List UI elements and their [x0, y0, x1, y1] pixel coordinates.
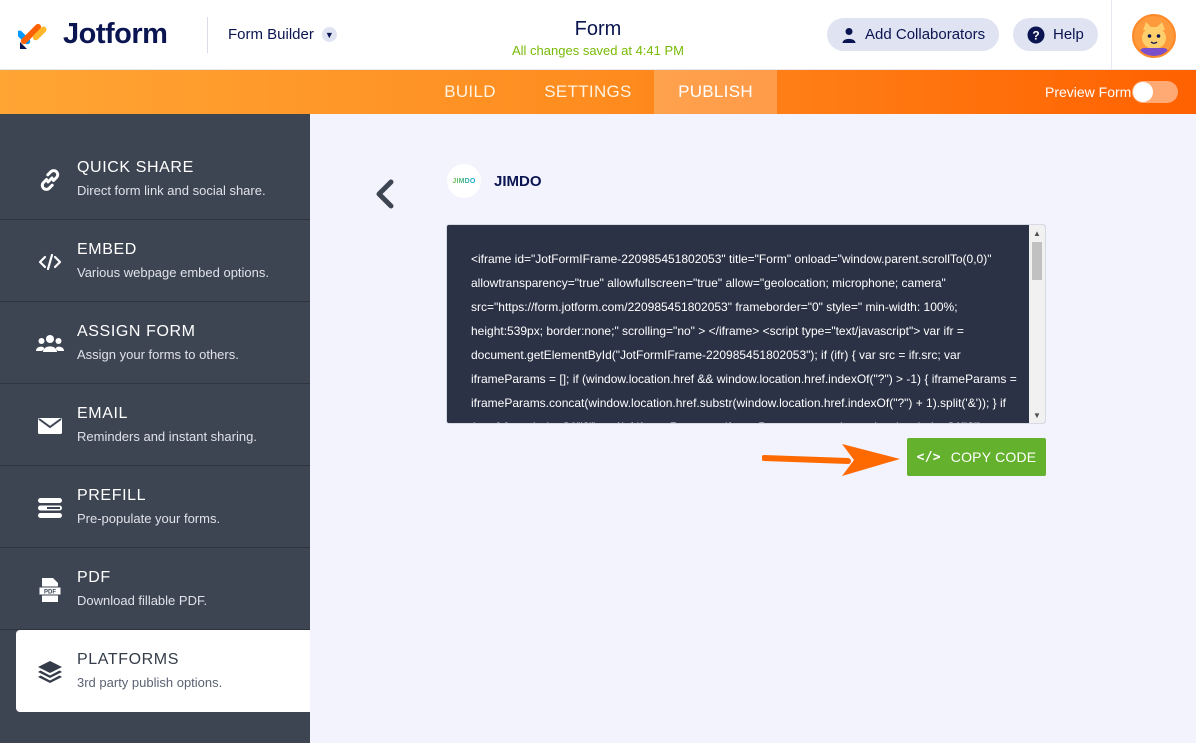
sidebar-item-title: QUICK SHARE	[77, 159, 194, 176]
embed-code-text[interactable]: <iframe id="JotFormIFrame-22098545180205…	[467, 247, 1027, 423]
sidebar-item-subtitle: Pre-populate your forms.	[77, 511, 221, 526]
sidebar-item-subtitle: Direct form link and social share.	[77, 183, 266, 198]
question-icon: ?	[1027, 26, 1045, 44]
sidebar-item-subtitle: 3rd party publish options.	[77, 675, 223, 690]
add-collaborators-button[interactable]: Add Collaborators	[827, 18, 1000, 51]
back-button[interactable]	[372, 178, 398, 210]
jotform-logo-icon	[16, 19, 50, 51]
sidebar-item-title: EMAIL	[77, 405, 129, 422]
publish-navbar: BUILD SETTINGS PUBLISH Preview Form	[0, 70, 1196, 114]
layers-icon	[36, 658, 64, 686]
save-status: All changes saved at 4:41 PM	[512, 43, 684, 58]
sidebar-item-subtitle: Download fillable PDF.	[77, 593, 208, 608]
form-title[interactable]: Form	[498, 18, 698, 41]
link-icon	[36, 166, 64, 194]
sidebar-item-platforms[interactable]: PLATFORMS 3rd party publish options.	[16, 630, 310, 712]
chevron-left-icon	[376, 179, 394, 209]
toggle-knob	[1133, 82, 1153, 102]
sidebar-item-assign-form[interactable]: ASSIGN FORM Assign your forms to others.	[0, 302, 310, 384]
tab-publish[interactable]: PUBLISH	[654, 70, 777, 114]
code-scrollbar[interactable]: ▲ ▼	[1029, 225, 1045, 423]
copy-code-label: COPY CODE	[950, 449, 1037, 465]
preview-form-toggle[interactable]	[1132, 81, 1178, 103]
header-right-divider	[1111, 0, 1112, 70]
logo-text: Jotform	[63, 18, 168, 50]
svg-text:?: ?	[1032, 28, 1039, 42]
add-collaborators-label: Add Collaborators	[865, 26, 986, 43]
help-button[interactable]: ? Help	[1013, 18, 1098, 51]
sidebar-item-quick-share[interactable]: QUICK SHARE Direct form link and social …	[0, 138, 310, 220]
sidebar-item-prefill[interactable]: PREFILL Pre-populate your forms.	[0, 466, 310, 548]
help-label: Help	[1053, 26, 1084, 43]
form-builder-label: Form Builder	[228, 26, 314, 43]
pdf-icon: PDF	[36, 576, 64, 604]
user-icon	[841, 27, 857, 43]
svg-text:PDF: PDF	[44, 590, 56, 596]
sidebar-item-title: EMBED	[77, 241, 137, 258]
sidebar-item-embed[interactable]: EMBED Various webpage embed options.	[0, 220, 310, 302]
platform-name: JIMDO	[494, 173, 542, 190]
jimdo-logo-text: JIMDO	[452, 177, 476, 185]
scroll-up-arrow-icon[interactable]: ▲	[1029, 225, 1045, 241]
top-header: Jotform Form Builder ▼ Form All changes …	[0, 0, 1196, 70]
copy-code-button[interactable]: </> COPY CODE	[907, 438, 1046, 476]
jotform-logo[interactable]: Jotform	[16, 18, 168, 51]
sidebar-item-title: PLATFORMS	[77, 651, 180, 668]
sidebar-item-subtitle: Reminders and instant sharing.	[77, 429, 257, 444]
embed-code-box[interactable]: <iframe id="JotFormIFrame-22098545180205…	[446, 224, 1046, 424]
sidebar-item-subtitle: Assign your forms to others.	[77, 347, 239, 362]
pointer-arrow-icon	[761, 440, 902, 478]
scroll-down-arrow-icon[interactable]: ▼	[1029, 407, 1045, 423]
code-icon	[36, 248, 64, 276]
sidebar-item-subtitle: Various webpage embed options.	[77, 265, 269, 280]
scroll-thumb[interactable]	[1032, 242, 1042, 280]
users-icon	[36, 330, 64, 358]
sidebar-item-pdf[interactable]: PDF PDF Download fillable PDF.	[0, 548, 310, 630]
tab-settings[interactable]: SETTINGS	[532, 70, 644, 114]
chevron-down-icon: ▼	[321, 27, 337, 42]
form-builder-dropdown[interactable]: Form Builder ▼	[228, 26, 337, 43]
tab-build[interactable]: BUILD	[420, 70, 520, 114]
header-divider	[207, 17, 208, 53]
sidebar-item-title: PREFILL	[77, 487, 147, 504]
sidebar-item-title: PDF	[77, 569, 111, 586]
preview-form-label: Preview Form	[1045, 84, 1132, 100]
code-icon: </>	[916, 449, 941, 465]
envelope-icon	[36, 412, 64, 440]
sidebar-item-email[interactable]: EMAIL Reminders and instant sharing.	[0, 384, 310, 466]
sidebar-item-title: ASSIGN FORM	[77, 323, 196, 340]
prefill-icon	[36, 494, 64, 522]
publish-sidebar: QUICK SHARE Direct form link and social …	[0, 114, 310, 743]
avatar[interactable]	[1132, 14, 1176, 58]
jimdo-logo: JIMDO	[447, 164, 481, 198]
